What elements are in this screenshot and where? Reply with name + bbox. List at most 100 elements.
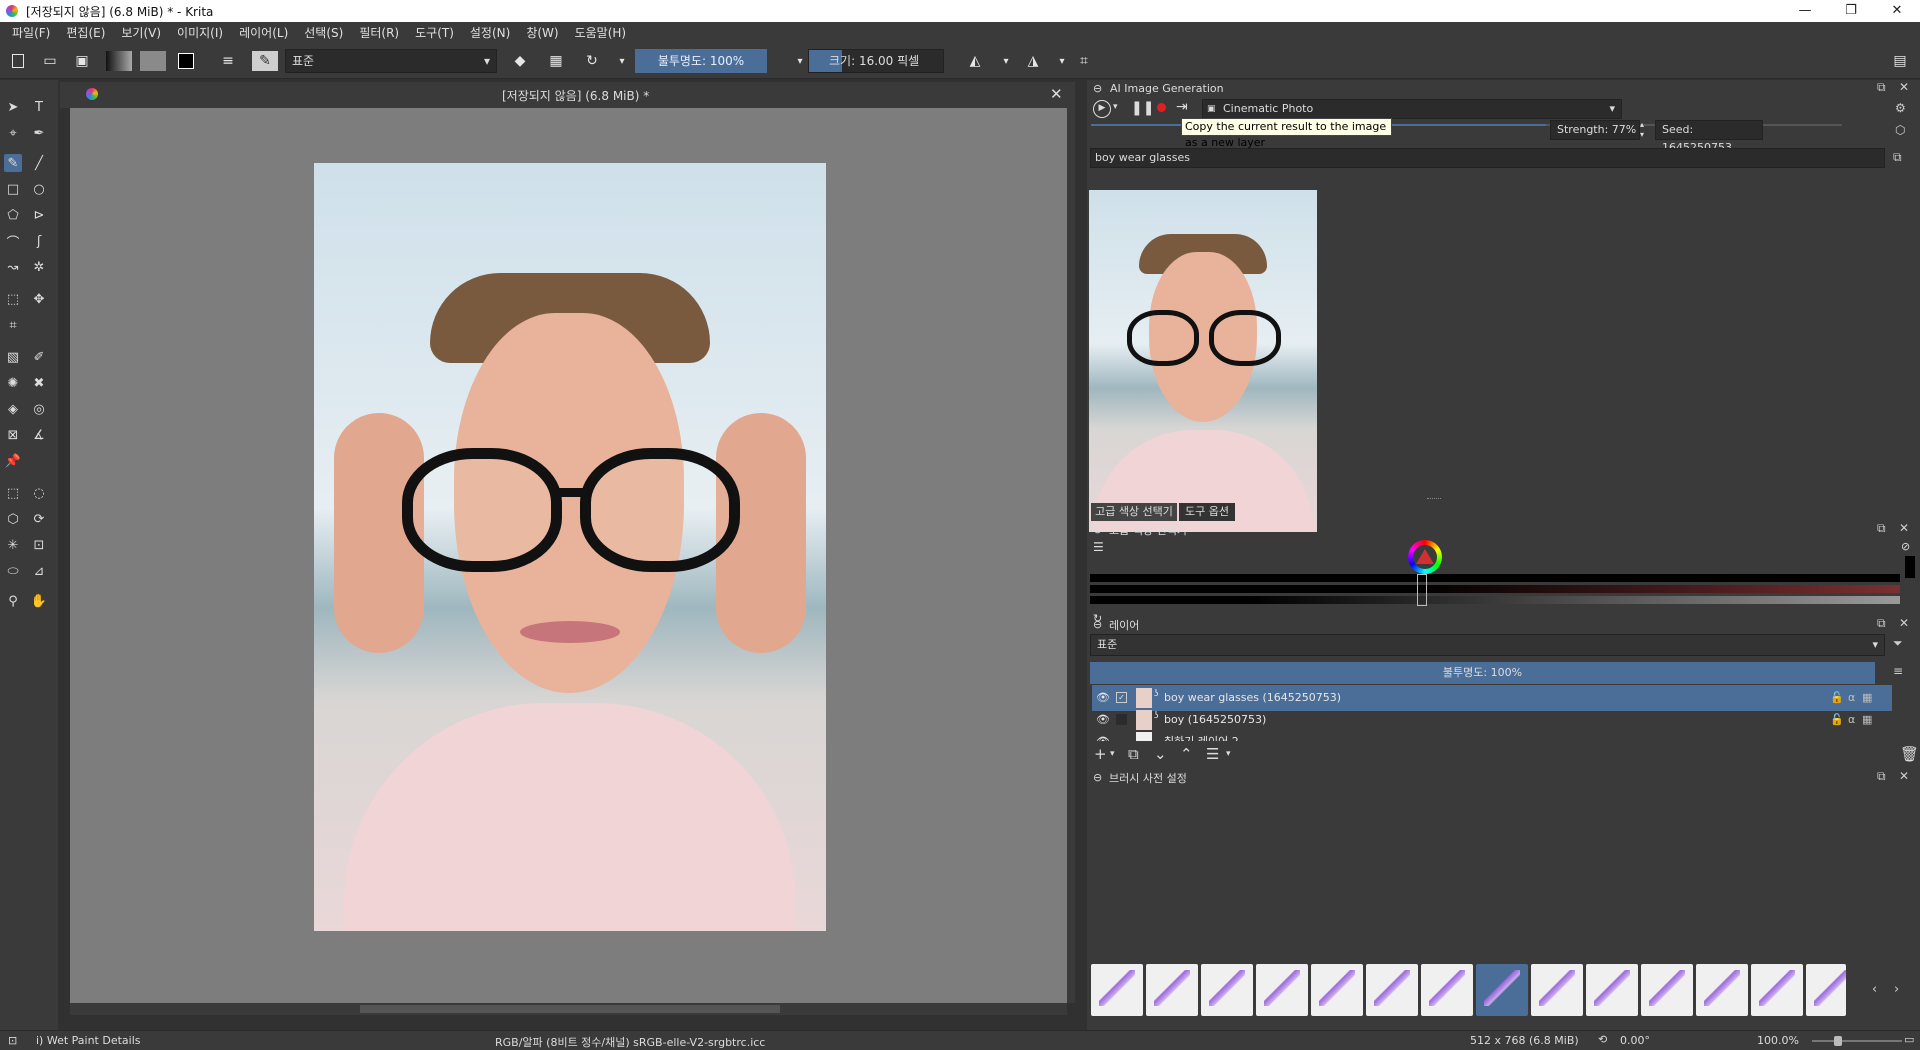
document-tab-title[interactable]: [저장되지 않음] (6.8 MiB) *	[502, 87, 649, 104]
multibrush-icon[interactable]: ✲	[30, 258, 48, 276]
close-document-icon[interactable]: ✕	[1050, 85, 1063, 103]
vertical-scrollbar[interactable]	[1067, 108, 1075, 1003]
color-bar-black[interactable]	[1090, 574, 1900, 582]
no-color-icon[interactable]: ⊘	[1901, 540, 1910, 553]
layer-opacity-slider[interactable]: 불투명도: 100%	[1090, 662, 1875, 684]
brush-preset[interactable]	[1091, 964, 1143, 1016]
eye-icon[interactable]: 👁	[1096, 729, 1110, 741]
splitter-handle[interactable]	[1427, 498, 1441, 500]
color-bar-saturation[interactable]	[1090, 585, 1900, 593]
close-panel-icon[interactable]: ✕	[1899, 616, 1909, 630]
layer-name[interactable]: 칠하기 레이어 2	[1164, 729, 1239, 741]
zoom-status[interactable]: 100.0%	[1757, 1034, 1799, 1047]
contiguous-select-icon[interactable]: ✳	[4, 536, 22, 554]
artwork-image[interactable]	[314, 163, 826, 931]
edit-shapes-icon[interactable]: ⌖	[4, 124, 22, 142]
minimize-button[interactable]: —	[1782, 0, 1828, 22]
brush-preset[interactable]	[1201, 964, 1253, 1016]
rect-select-icon[interactable]: ⬚	[4, 484, 22, 502]
menu-filter[interactable]: 필터(R)	[351, 24, 407, 41]
assistant-tool-icon[interactable]: ⊠	[4, 426, 22, 444]
tab-tool-options[interactable]: 도구 옵션	[1179, 503, 1235, 521]
polyline-tool-icon[interactable]: ⊳	[30, 206, 48, 224]
menu-help[interactable]: 도움말(H)	[567, 24, 635, 41]
eraser-icon[interactable]: ◆	[510, 51, 530, 71]
scroll-right-icon[interactable]: ›	[1894, 982, 1899, 997]
mirror-horizontal-icon[interactable]: ◭	[965, 51, 985, 71]
freehand-brush-icon[interactable]: ✎	[4, 154, 22, 172]
menu-layer[interactable]: 레이어(L)	[231, 24, 296, 41]
close-panel-icon[interactable]: ✕	[1899, 80, 1909, 94]
color-bar-cursor[interactable]	[1417, 574, 1427, 606]
size-slider[interactable]: 크기: 16.00 픽셀	[808, 49, 944, 73]
panel-lock-icon[interactable]: ⊖	[1093, 523, 1102, 536]
generate-play-icon[interactable]: ▶	[1093, 100, 1111, 118]
blend-mode-select[interactable]: 표준 ▾	[285, 49, 497, 73]
horizontal-scrollbar[interactable]	[70, 1003, 1067, 1015]
select-shapes-icon[interactable]: ➤	[4, 98, 22, 116]
brush-preset[interactable]	[1586, 964, 1638, 1016]
panel-lock-icon[interactable]: ⊖	[1093, 82, 1102, 95]
transform-tool-icon[interactable]: ⬚	[4, 290, 22, 308]
zoom-tool-icon[interactable]: ⚲	[4, 592, 22, 610]
wrap-around-icon[interactable]: ⌗	[1074, 51, 1094, 71]
brush-settings-icon[interactable]: ≡	[218, 51, 238, 71]
menu-tools[interactable]: 도구(T)	[407, 24, 462, 41]
move-layer-down-icon[interactable]: ⌄	[1154, 745, 1167, 763]
brush-preset[interactable]	[1751, 964, 1803, 1016]
fg-bg-color-icon[interactable]	[176, 51, 196, 71]
text-tool-icon[interactable]: T	[30, 98, 48, 116]
brush-preset[interactable]	[1146, 964, 1198, 1016]
color-sampler-icon[interactable]: ✖	[30, 374, 48, 392]
menu-settings[interactable]: 설정(N)	[462, 24, 518, 41]
calligraphy-icon[interactable]: ✒	[30, 124, 48, 142]
chevron-down-icon[interactable]: ▾	[612, 51, 632, 71]
duplicate-layer-icon[interactable]: ⧉	[1128, 745, 1139, 763]
brush-preset[interactable]	[1531, 964, 1583, 1016]
panel-lock-icon[interactable]: ⊖	[1093, 771, 1102, 784]
float-panel-icon[interactable]: ⧉	[1877, 769, 1886, 784]
pattern-preset-icon[interactable]	[140, 51, 166, 71]
chevron-down-icon[interactable]: ▾	[1052, 51, 1072, 71]
gradient-preset-icon[interactable]	[106, 51, 132, 71]
brush-preset[interactable]	[1421, 964, 1473, 1016]
add-region-icon[interactable]: ⧉	[1893, 150, 1902, 165]
enclose-fill-icon[interactable]: ◎	[30, 400, 48, 418]
float-panel-icon[interactable]: ⧉	[1877, 616, 1886, 631]
current-color-swatch[interactable]	[1905, 556, 1915, 578]
smart-patch-icon[interactable]: ✺	[4, 374, 22, 392]
layer-properties-icon[interactable]: ☰	[1206, 745, 1219, 763]
rotation-icon[interactable]: ⟲	[1598, 1033, 1607, 1046]
workspace-icon[interactable]: ▤	[1890, 51, 1910, 71]
close-panel-icon[interactable]: ✕	[1899, 521, 1909, 535]
fill-tool-icon[interactable]: ◈	[4, 400, 22, 418]
measure-tool-icon[interactable]: ∡	[30, 426, 48, 444]
color-space-status[interactable]: RGB/알파 (8비트 정수/채널) sRGB-elle-V2-srgbtrc.…	[495, 1034, 765, 1050]
freehand-path-icon[interactable]: ʃ	[30, 232, 48, 250]
layer-row[interactable]: 👁 칠하기 레이어 2	[1092, 729, 1892, 741]
scroll-left-icon[interactable]: ‹	[1872, 982, 1877, 997]
brush-preset[interactable]	[1256, 964, 1308, 1016]
chevron-down-icon[interactable]: ▾	[790, 51, 810, 71]
crop-tool-icon[interactable]: ⌗	[4, 316, 22, 334]
opacity-slider[interactable]: 불투명도: 100%	[635, 49, 767, 73]
record-icon[interactable]	[1157, 103, 1166, 112]
pause-icon[interactable]: ❚❚	[1131, 100, 1154, 116]
rotation-status[interactable]: 0.00°	[1620, 1034, 1650, 1047]
brush-preset-selected[interactable]	[1476, 964, 1528, 1016]
checkbox-icon[interactable]	[1116, 714, 1127, 725]
pan-tool-icon[interactable]: ✋	[30, 592, 48, 610]
color-bar-value[interactable]	[1090, 596, 1900, 604]
chevron-down-icon[interactable]: ▾	[1110, 749, 1115, 759]
polygon-select-icon[interactable]: ⬡	[4, 510, 22, 528]
close-button[interactable]: ✕	[1874, 0, 1920, 22]
close-panel-icon[interactable]: ✕	[1899, 769, 1909, 783]
ellipse-tool-icon[interactable]: ○	[30, 180, 48, 198]
chevron-down-icon[interactable]: ▾	[1226, 749, 1231, 759]
save-icon[interactable]: ▣	[72, 51, 92, 71]
layer-blend-select[interactable]: 표준 ▾	[1090, 634, 1885, 656]
brush-preset[interactable]	[1641, 964, 1693, 1016]
brush-preset[interactable]	[1311, 964, 1363, 1016]
style-select[interactable]: ▣ Cinematic Photo ▾	[1202, 99, 1622, 119]
hue-ring[interactable]	[1408, 540, 1442, 574]
